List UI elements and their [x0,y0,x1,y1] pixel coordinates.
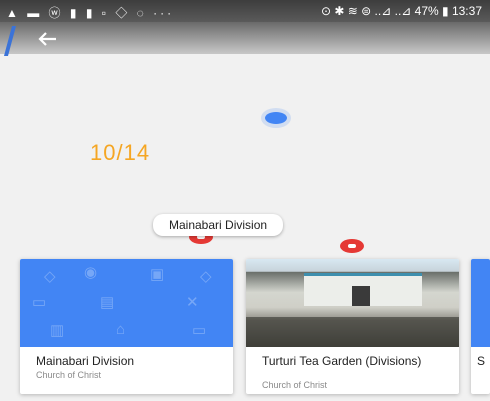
card-title: Mainabari Division [36,354,135,368]
building-door [352,286,370,306]
status-notification-icons: ▲ ▬ ⓦ ▮ ▮ ▫ ◇ ◌ ··· [6,6,175,20]
ticket-icon: ▤ [100,294,115,311]
place-card[interactable]: S [471,259,490,394]
car-icon: ▭ [192,322,207,339]
pattern-icon: ◇ [44,268,56,285]
home-icon: ⌂ [116,321,126,338]
card-subtitle: Church of Christ [262,380,328,390]
status-bar: ▲ ▬ ⓦ ▮ ▮ ▫ ◇ ◌ ··· ⊙ ✱ ≋ ⊜ ..⊿ ..⊿ 47% … [0,0,490,22]
map-marker[interactable] [340,239,364,253]
place-card[interactable]: ◇ ◉ ▣ ◇ ▭ ▤ ✕ ▥ ⌂ ▭ Mainabari Division C… [20,259,233,394]
building-icon: ▥ [50,322,65,339]
marker-callout[interactable]: Mainabari Division [153,214,284,236]
card-image [471,259,490,347]
photo-shadow [246,317,459,347]
card-image: ◇ ◉ ▣ ◇ ▭ ▤ ✕ ▥ ⌂ ▭ [20,259,233,347]
pattern-icon: ◇ [200,268,212,285]
app-bar [0,22,490,54]
car-icon: ▭ [32,294,47,311]
current-location-icon [265,112,287,124]
card-subtitle: Church of Christ [36,370,102,380]
building-shape [304,273,422,306]
place-card[interactable]: Turturi Tea Garden (Divisions) Church of… [246,259,459,394]
back-arrow-icon[interactable] [36,28,60,52]
status-system-info: ⊙ ✱ ≋ ⊜ ..⊿ ..⊿ 47% ▮ 13:37 [321,4,482,18]
card-photo [246,259,459,347]
place-counter: 10/14 [90,140,151,165]
camera-icon: ▣ [150,266,165,283]
pin-icon: ◉ [84,264,98,281]
card-title: S [477,354,486,368]
card-title: Turturi Tea Garden (Divisions) [262,354,422,368]
cutlery-icon: ✕ [186,294,199,311]
map-view[interactable]: 10/14 Mainabari Division [0,54,490,264]
